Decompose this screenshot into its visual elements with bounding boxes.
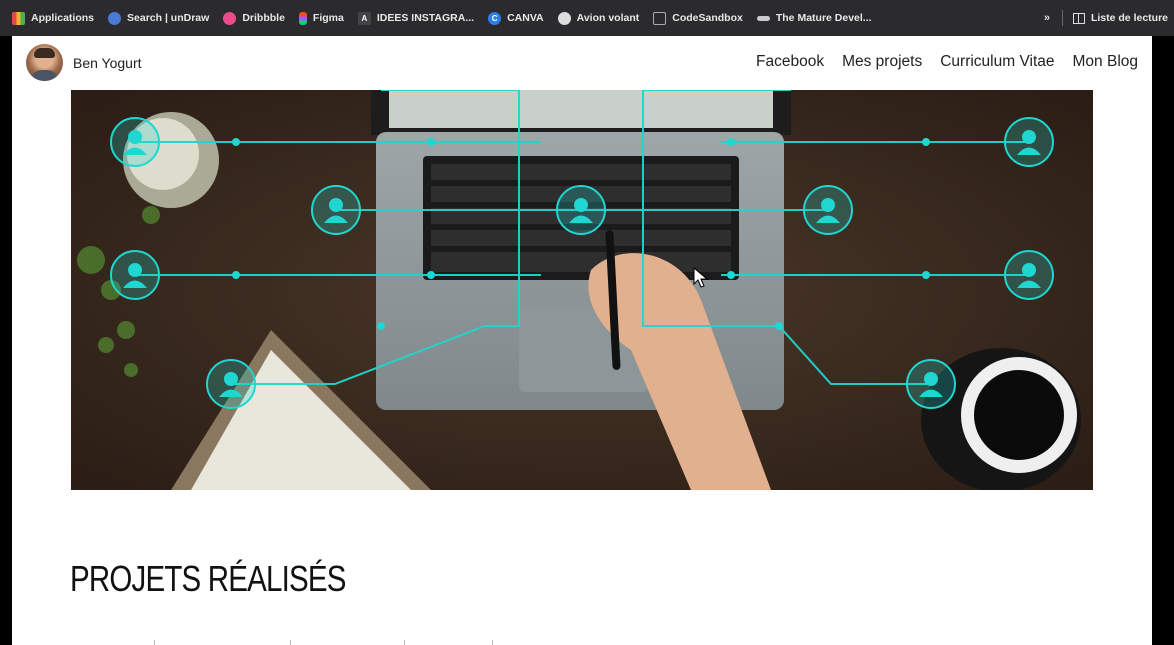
bookmarks-separator [1061,10,1063,26]
bookmark-label: Dribbble [242,12,285,24]
a-letter-icon: A [357,11,371,25]
avatar[interactable] [26,44,63,81]
reading-list-label: Liste de lecture [1090,12,1168,24]
main-menu: Facebook Mes projets Curriculum Vitae Mo… [738,53,1138,71]
nav-link-curriculum-vitae[interactable]: Curriculum Vitae [940,53,1054,71]
bookmark-dribbble[interactable]: Dribbble [223,11,285,25]
bookmark-figma[interactable]: Figma [298,11,344,25]
person-node-icon [110,250,160,300]
codesandbox-icon [653,11,667,25]
bookmark-codesandbox[interactable]: CodeSandbox [653,11,743,25]
nav-link-mon-blog[interactable]: Mon Blog [1073,53,1138,71]
projects-grid-dividers [12,636,1152,645]
person-node-icon [110,117,160,167]
nav-link-mes-projets[interactable]: Mes projets [842,53,922,71]
bookmarks-overflow-button[interactable]: » [1044,12,1050,24]
mustache-icon [756,15,770,21]
bookmark-undraw[interactable]: Search | unDraw [108,11,210,25]
bookmarks-bar: Applications Search | unDraw Dribbble Fi… [0,0,1174,36]
section-title: PROJETS RÉALISÉS [70,558,346,599]
bookmark-mature-developer[interactable]: The Mature Devel... [756,12,872,24]
bookmark-label: Applications [31,12,95,24]
bookmark-label: CodeSandbox [672,12,743,24]
bookmark-label: Search | unDraw [127,12,210,24]
person-node-icon [803,185,853,235]
bookmark-label: Avion volant [576,12,640,24]
person-node-icon [206,359,256,409]
person-node-icon [1004,250,1054,300]
webpage: Ben Yogurt Facebook Mes projets Curricul… [12,36,1152,645]
bookmark-applications[interactable]: Applications [12,11,95,25]
apps-grid-icon [12,11,25,25]
undraw-icon [108,11,122,25]
person-node-icon [556,185,606,235]
bookmark-avion-volant[interactable]: Avion volant [557,11,640,25]
bookmark-label: Figma [312,12,344,24]
person-node-icon [906,359,956,409]
dribbble-icon [223,11,237,25]
figma-icon [298,11,307,25]
hero-image [71,90,1093,490]
globe-icon [557,11,571,25]
canva-icon: C [488,11,502,25]
person-node-icon [1004,117,1054,167]
person-node-icon [311,185,361,235]
site-name[interactable]: Ben Yogurt [73,55,142,71]
laptop-decoration [371,90,791,410]
bookmark-label: The Mature Devel... [775,12,872,24]
reading-list-button[interactable]: Liste de lecture [1072,12,1168,24]
nav-link-facebook[interactable]: Facebook [756,53,824,71]
bookmark-idees-instagram[interactable]: A IDEES INSTAGRA... [357,11,475,25]
bookmark-label: CANVA [507,12,544,24]
bookmark-label: IDEES INSTAGRA... [376,12,475,24]
site-header: Ben Yogurt Facebook Mes projets Curricul… [12,36,1152,90]
bookmark-canva[interactable]: C CANVA [488,11,544,25]
reading-list-icon [1072,12,1085,24]
